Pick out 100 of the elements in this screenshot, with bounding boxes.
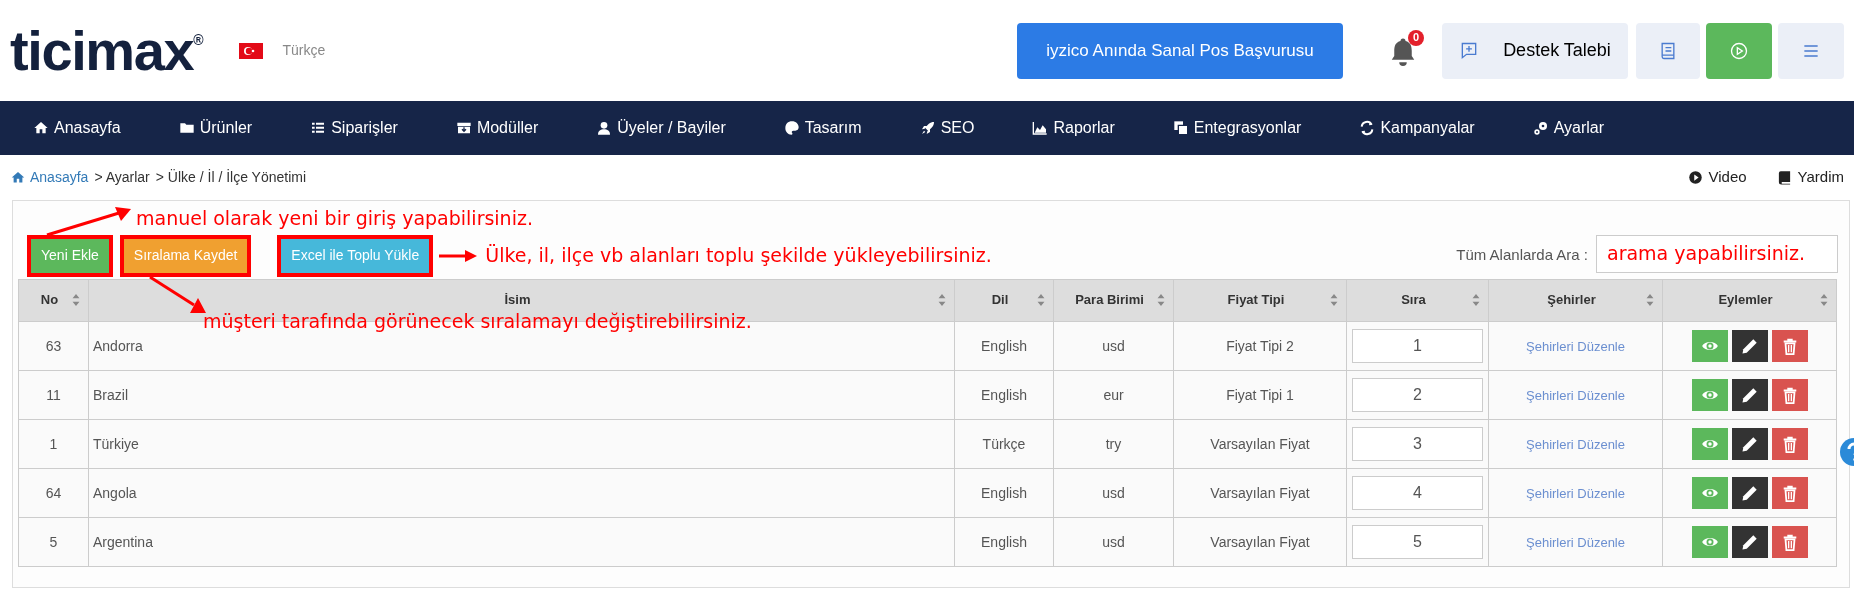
sort-icon <box>1037 293 1045 306</box>
table-cell: Varsayılan Fiyat <box>1210 435 1310 452</box>
eye-icon <box>1699 535 1720 549</box>
nav-item[interactable]: Üyeler / Bayiler <box>596 116 726 140</box>
pencil-icon <box>1739 385 1760 405</box>
edit-button[interactable] <box>1731 330 1768 362</box>
table-cell: Brazil <box>93 386 128 403</box>
search-field[interactable]: arama yapabilirsiniz. <box>1596 234 1838 273</box>
area-chart-icon <box>1032 120 1049 136</box>
promo-button[interactable]: iyzico Anında Sanal Pos Başvurusu <box>1017 22 1343 79</box>
sort-icon <box>1157 293 1165 306</box>
table-cell: Fiyat Tipi 1 <box>1226 386 1294 403</box>
nav-item[interactable]: Kampanyalar <box>1359 116 1475 140</box>
nav-item[interactable]: Tasarım <box>783 116 862 140</box>
breadcrumb-item: > Ülke / İl / İlçe Yönetimi <box>155 168 307 187</box>
table-cell: usd <box>1102 484 1125 501</box>
annotation-text: arama yapabilirsiniz. <box>1607 241 1806 267</box>
eye-icon <box>1699 437 1720 451</box>
nav-item[interactable]: Modüller <box>455 116 539 140</box>
sort-icon <box>1472 293 1480 306</box>
logo: ticimax® <box>10 22 204 79</box>
support-button[interactable]: Destek Talebi <box>1442 22 1628 79</box>
delete-button[interactable] <box>1771 379 1808 411</box>
search-label: Tüm Alanlarda Ara : <box>1456 245 1588 266</box>
palette-icon <box>783 120 800 136</box>
table-cell: English <box>981 337 1027 354</box>
table-cell: 63 <box>45 337 62 354</box>
delete-button[interactable] <box>1771 477 1808 509</box>
house-icon <box>33 120 49 136</box>
book-icon <box>1776 170 1792 185</box>
book-button[interactable] <box>1636 22 1700 79</box>
sort-icon <box>938 293 946 306</box>
pencil-icon <box>1739 532 1760 552</box>
nav-item[interactable]: Ürünler <box>178 116 253 140</box>
sort-icon <box>1820 293 1828 306</box>
table-cell: usd <box>1102 533 1125 550</box>
table-cell: 11 <box>46 386 61 403</box>
table-cell: eur <box>1103 386 1124 403</box>
breadcrumb-link[interactable]: Anasayfa <box>10 167 89 188</box>
pencil-icon <box>1739 434 1760 454</box>
eye-icon <box>1699 339 1720 353</box>
table-cell: 5 <box>49 533 58 550</box>
house-icon <box>10 170 26 185</box>
gears-icon <box>1532 120 1549 136</box>
language-selector[interactable]: Türkçe <box>282 40 326 61</box>
order-input[interactable]: 4 <box>1352 476 1483 510</box>
rocket-icon <box>919 120 936 136</box>
edit-button[interactable] <box>1731 526 1768 558</box>
annotation-text: Ülke, il, ilçe vb alanları toplu şekilde yükleyebilirsiniz. <box>485 243 992 269</box>
turkish-flag-icon <box>238 42 263 59</box>
video-link[interactable]: Video <box>1687 166 1747 189</box>
table-cell: English <box>981 386 1027 403</box>
delete-button[interactable] <box>1771 526 1808 558</box>
sort-icon <box>72 293 80 306</box>
breadcrumb-item: > Ayarlar <box>94 168 150 187</box>
table-cell: Türkiye <box>93 435 139 452</box>
edit-button[interactable] <box>1731 477 1768 509</box>
play-button[interactable] <box>1706 22 1772 79</box>
sort-icon <box>1646 293 1654 306</box>
table-cell: English <box>981 533 1027 550</box>
sort-icon <box>1330 293 1338 306</box>
order-input[interactable]: 5 <box>1352 525 1483 559</box>
help-link[interactable]: Yardim <box>1776 166 1844 189</box>
table-cell: Angola <box>93 484 137 501</box>
play-icon <box>1687 170 1703 185</box>
table-cell: usd <box>1102 337 1125 354</box>
pencil-icon <box>1739 483 1760 503</box>
notification-badge: 0 <box>1408 29 1424 46</box>
table-cell: try <box>1105 435 1122 452</box>
annotation-arrow <box>148 275 208 315</box>
nav-item[interactable]: Raporlar <box>1032 116 1115 140</box>
eye-icon <box>1699 388 1720 402</box>
nav-item[interactable]: Ayarlar <box>1532 116 1605 140</box>
eye-icon <box>1699 486 1720 500</box>
edit-button[interactable] <box>1731 428 1768 460</box>
edit-button[interactable] <box>1731 379 1768 411</box>
nav-item[interactable]: Siparişler <box>310 116 398 140</box>
table-cell: Türkçe <box>982 435 1026 452</box>
folder-icon <box>178 120 195 136</box>
order-input[interactable]: 3 <box>1352 427 1483 461</box>
nav-item[interactable]: Anasayfa <box>33 116 121 140</box>
arrow-icon <box>439 248 478 263</box>
delete-button[interactable] <box>1771 330 1808 362</box>
nav-item[interactable]: Entegrasyonlar <box>1172 116 1302 140</box>
delete-button[interactable] <box>1771 428 1808 460</box>
table-cell: Argentina <box>93 533 153 550</box>
order-input[interactable]: 2 <box>1352 378 1483 412</box>
play-icon <box>1729 40 1749 61</box>
pencil-icon <box>1739 336 1760 356</box>
table-cell: 1 <box>49 435 58 452</box>
order-input[interactable]: 1 <box>1352 329 1483 363</box>
table-cell: Andorra <box>93 337 143 354</box>
annotation-text: müşteri tarafında görünecek sıralamayı değiştirebilirsiniz. <box>203 309 752 334</box>
copy-icon <box>1172 120 1189 136</box>
table-cell: Varsayılan Fiyat <box>1210 533 1310 550</box>
users-icon <box>596 120 613 136</box>
list-icon <box>310 120 327 136</box>
table-cell: Fiyat Tipi 2 <box>1226 337 1294 354</box>
table-cell: English <box>981 484 1027 501</box>
nav-item[interactable]: SEO <box>919 116 975 140</box>
